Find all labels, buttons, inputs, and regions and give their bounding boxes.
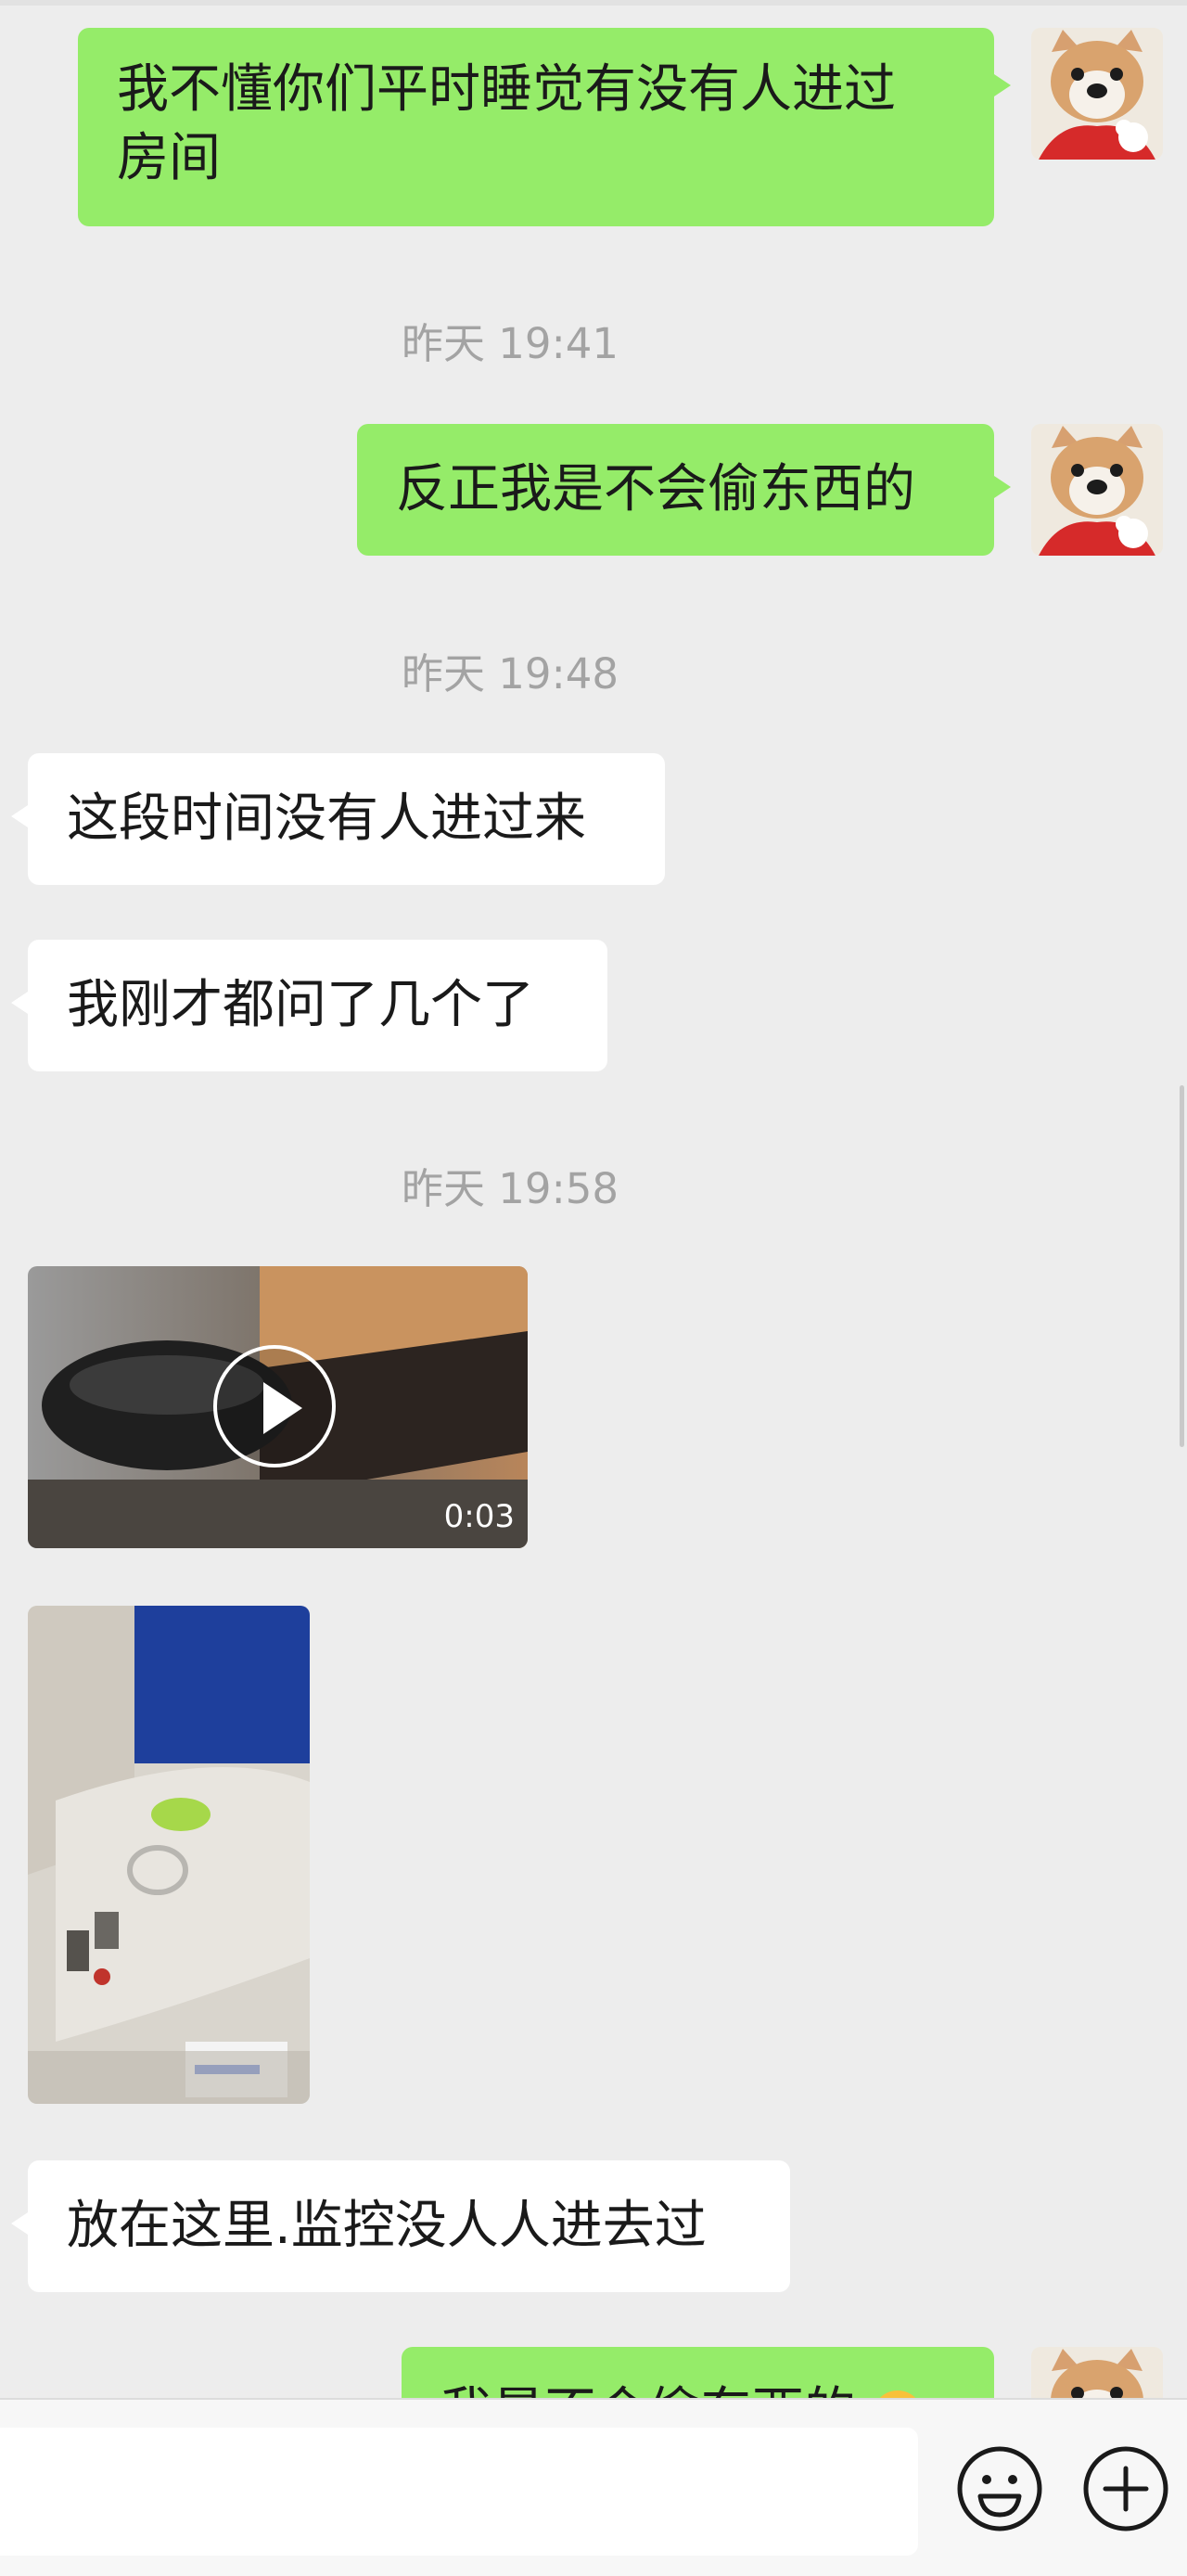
message-bubble-sent[interactable]: 我是不会偷东西的 bbox=[402, 2347, 994, 2398]
message-bubble-received[interactable]: 放在这里.监控没人人进去过 bbox=[11, 2160, 790, 2292]
avatar-self[interactable] bbox=[1031, 2347, 1163, 2398]
chat-message-list[interactable]: 我不懂你们平时睡觉有没有人进过 房间 昨天 19:41 反正我是不会偷东西的 昨… bbox=[0, 0, 1187, 2398]
message-text: 我刚才都问了几个了 bbox=[67, 975, 534, 1035]
dog-avatar-icon bbox=[1031, 28, 1163, 160]
message-text: 放在这里.监控没人人进去过 bbox=[67, 2196, 707, 2256]
image-message[interactable] bbox=[28, 1606, 310, 2104]
message-bubble-received[interactable]: 我刚才都问了几个了 bbox=[11, 940, 607, 1071]
plus-circle-icon[interactable] bbox=[1081, 2444, 1170, 2533]
timestamp: 昨天 19:41 bbox=[402, 319, 619, 368]
play-icon[interactable] bbox=[213, 1345, 336, 1467]
photo-thumbnail bbox=[28, 1606, 310, 2104]
top-divider bbox=[0, 0, 1187, 6]
smile-emoji bbox=[872, 2390, 923, 2398]
scrollbar-thumb[interactable] bbox=[1180, 1085, 1184, 1447]
avatar-self[interactable] bbox=[1031, 424, 1163, 556]
timestamp: 昨天 19:48 bbox=[402, 649, 619, 698]
timestamp: 昨天 19:58 bbox=[402, 1164, 619, 1213]
video-duration: 0:03 bbox=[443, 1498, 515, 1535]
smiley-icon[interactable] bbox=[955, 2444, 1044, 2533]
message-bubble-received[interactable]: 这段时间没有人进过来 bbox=[11, 753, 665, 885]
video-message[interactable]: 0:03 bbox=[28, 1266, 528, 1548]
message-text: 反正我是不会偷东西的 bbox=[396, 459, 915, 519]
avatar-self[interactable] bbox=[1031, 28, 1163, 160]
input-bar bbox=[0, 2398, 1187, 2576]
message-text: 房间 bbox=[117, 128, 221, 188]
message-text: 我不懂你们平时睡觉有没有人进过 bbox=[117, 59, 896, 120]
dog-avatar-icon bbox=[1031, 424, 1163, 556]
dog-avatar-icon bbox=[1031, 2347, 1163, 2398]
message-bubble-sent[interactable]: 反正我是不会偷东西的 bbox=[357, 424, 1011, 556]
message-text: 这段时间没有人进过来 bbox=[67, 788, 586, 849]
message-input[interactable] bbox=[0, 2428, 918, 2556]
message-bubble-sent[interactable]: 我不懂你们平时睡觉有没有人进过 房间 bbox=[78, 28, 1011, 226]
message-text: 我是不会偷东西的 bbox=[440, 2382, 856, 2398]
